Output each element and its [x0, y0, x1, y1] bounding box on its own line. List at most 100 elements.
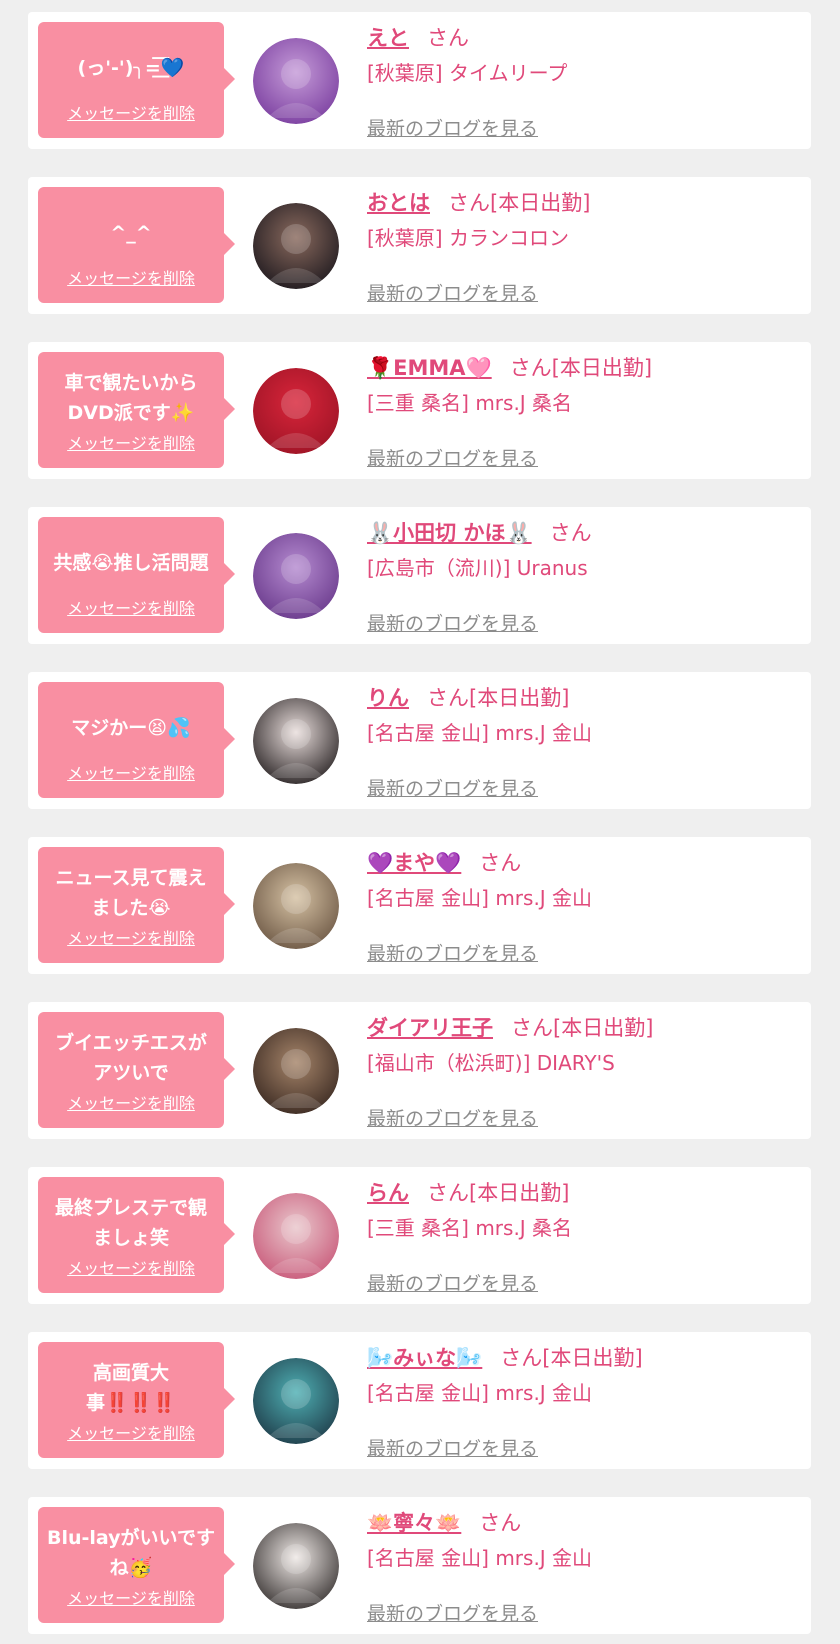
- avatar[interactable]: [253, 863, 339, 949]
- shop-location: [広島市（流川)] Uranus: [367, 556, 588, 580]
- delete-message-link[interactable]: メッセージを削除: [38, 760, 224, 784]
- avatar[interactable]: [253, 368, 339, 454]
- honorific-status: さん: [549, 521, 592, 545]
- name-line: 🐰小田切 かほ🐰 さん: [367, 517, 801, 549]
- message-bubble: (っ'-')╮=͟͟͞͞💙 メッセージを削除: [38, 22, 235, 138]
- name-line: 🌹EMMA🩷 さん[本日出勤]: [367, 352, 801, 384]
- avatar-image: [253, 1193, 339, 1279]
- message-bubble: ^_^ メッセージを削除: [38, 187, 235, 303]
- message-card-4: 共感😭推し活問題 メッセージを削除 🐰小田切 かほ🐰 さん [広島市（流川)] U…: [28, 507, 811, 644]
- message-bubble: 最終プレステで観 ましょ笑 メッセージを削除: [38, 1177, 235, 1293]
- honorific-status: さん[本日出勤]: [500, 1346, 643, 1370]
- honorific-status: さん[本日出勤]: [511, 1016, 654, 1040]
- honorific-status: さん[本日出勤]: [448, 191, 591, 215]
- message-text: ^_^: [110, 222, 152, 244]
- name-line: ダイアリ王子 さん[本日出勤]: [367, 1012, 801, 1044]
- message-card-6: ニュース見て震え ました😭 メッセージを削除 💜まや💜 さん [名古屋 金山] mr…: [28, 837, 811, 974]
- message-bubble: マジかー😫💦 メッセージを削除: [38, 682, 235, 798]
- avatar-image: [253, 1358, 339, 1444]
- profile-name-link[interactable]: おとは: [367, 191, 430, 215]
- profile-name-link[interactable]: 🌬️みぃな🌬️: [367, 1346, 482, 1370]
- profile-info: らん さん[本日出勤] [三重 桑名] mrs.J 桑名 最新のブログを見る: [367, 1177, 801, 1295]
- profile-info: ダイアリ王子 さん[本日出勤] [福山市（松浜町)] DIARY'S 最新のブログ…: [367, 1012, 801, 1130]
- profile-info: 🪷寧々🪷 さん [名古屋 金山] mrs.J 金山 最新のブログを見る: [367, 1507, 801, 1625]
- honorific-status: さん[本日出勤]: [427, 686, 570, 710]
- message-text: マジかー😫💦: [71, 717, 191, 739]
- delete-message-link[interactable]: メッセージを削除: [38, 1090, 224, 1114]
- avatar[interactable]: [253, 698, 339, 784]
- shop-location: [秋葉原] タイムリープ: [367, 61, 568, 85]
- name-line: 🪷寧々🪷 さん: [367, 1507, 801, 1539]
- avatar[interactable]: [253, 1193, 339, 1279]
- message-text: (っ'-')╮=͟͟͞͞💙: [77, 57, 185, 79]
- message-text: ニュース見て震え ました😭: [55, 867, 207, 919]
- delete-message-link[interactable]: メッセージを削除: [38, 265, 224, 289]
- latest-blog-link[interactable]: 最新のブログを見る: [367, 939, 538, 966]
- message-text: 高画質大 事‼️‼️‼️: [86, 1362, 176, 1414]
- avatar[interactable]: [253, 38, 339, 124]
- shop-location: [福山市（松浜町)] DIARY'S: [367, 1051, 615, 1075]
- profile-info: おとは さん[本日出勤] [秋葉原] カランコロン 最新のブログを見る: [367, 187, 801, 305]
- profile-name-link[interactable]: りん: [367, 686, 409, 710]
- latest-blog-link[interactable]: 最新のブログを見る: [367, 774, 538, 801]
- avatar-image: [253, 1028, 339, 1114]
- profile-name-link[interactable]: 🪷寧々🪷: [367, 1511, 461, 1535]
- message-card-9: 高画質大 事‼️‼️‼️ メッセージを削除 🌬️みぃな🌬️ さん[本日出勤] [名古…: [28, 1332, 811, 1469]
- avatar[interactable]: [253, 533, 339, 619]
- latest-blog-link[interactable]: 最新のブログを見る: [367, 1599, 538, 1626]
- latest-blog-link[interactable]: 最新のブログを見る: [367, 279, 538, 306]
- shop-location: [三重 桑名] mrs.J 桑名: [367, 391, 573, 415]
- profile-name-link[interactable]: らん: [367, 1181, 409, 1205]
- profile-name-link[interactable]: えと: [367, 26, 409, 50]
- message-card-1: (っ'-')╮=͟͟͞͞💙 メッセージを削除 えと さん [秋葉原] タイムリープ…: [28, 12, 811, 149]
- message-card-2: ^_^ メッセージを削除 おとは さん[本日出勤] [秋葉原] カランコロン 最新…: [28, 177, 811, 314]
- avatar-image: [253, 698, 339, 784]
- shop-location: [名古屋 金山] mrs.J 金山: [367, 1546, 593, 1570]
- profile-name-link[interactable]: 🐰小田切 かほ🐰: [367, 521, 532, 545]
- message-bubble: 高画質大 事‼️‼️‼️ メッセージを削除: [38, 1342, 235, 1458]
- profile-info: 🌬️みぃな🌬️ さん[本日出勤] [名古屋 金山] mrs.J 金山 最新のブログ…: [367, 1342, 801, 1460]
- honorific-status: さん: [479, 851, 522, 875]
- profile-name-link[interactable]: 🌹EMMA🩷: [367, 356, 492, 380]
- latest-blog-link[interactable]: 最新のブログを見る: [367, 1269, 538, 1296]
- avatar-image: [253, 368, 339, 454]
- message-card-7: ブイエッチエスが アツいで メッセージを削除 ダイアリ王子 さん[本日出勤] [福山…: [28, 1002, 811, 1139]
- avatar[interactable]: [253, 1523, 339, 1609]
- profile-info: 🌹EMMA🩷 さん[本日出勤] [三重 桑名] mrs.J 桑名 最新のブログを見…: [367, 352, 801, 470]
- message-bubble: 共感😭推し活問題 メッセージを削除: [38, 517, 235, 633]
- message-bubble: 車で観たいから DVD派です✨ メッセージを削除: [38, 352, 235, 468]
- latest-blog-link[interactable]: 最新のブログを見る: [367, 444, 538, 471]
- latest-blog-link[interactable]: 最新のブログを見る: [367, 1434, 538, 1461]
- name-line: りん さん[本日出勤]: [367, 682, 801, 714]
- name-line: 🌬️みぃな🌬️ さん[本日出勤]: [367, 1342, 801, 1374]
- shop-location: [名古屋 金山] mrs.J 金山: [367, 886, 593, 910]
- profile-info: 💜まや💜 さん [名古屋 金山] mrs.J 金山 最新のブログを見る: [367, 847, 801, 965]
- name-line: えと さん: [367, 22, 801, 54]
- delete-message-link[interactable]: メッセージを削除: [38, 595, 224, 619]
- delete-message-link[interactable]: メッセージを削除: [38, 1585, 224, 1609]
- profile-name-link[interactable]: ダイアリ王子: [367, 1016, 493, 1040]
- avatar-image: [253, 38, 339, 124]
- honorific-status: さん: [427, 26, 469, 50]
- delete-message-link[interactable]: メッセージを削除: [38, 430, 224, 454]
- profile-info: 🐰小田切 かほ🐰 さん [広島市（流川)] Uranus 最新のブログを見る: [367, 517, 801, 635]
- profile-name-link[interactable]: 💜まや💜: [367, 851, 461, 875]
- message-bubble: ニュース見て震え ました😭 メッセージを削除: [38, 847, 235, 963]
- delete-message-link[interactable]: メッセージを削除: [38, 1255, 224, 1279]
- profile-info: りん さん[本日出勤] [名古屋 金山] mrs.J 金山 最新のブログを見る: [367, 682, 801, 800]
- latest-blog-link[interactable]: 最新のブログを見る: [367, 1104, 538, 1131]
- avatar-image: [253, 533, 339, 619]
- latest-blog-link[interactable]: 最新のブログを見る: [367, 114, 538, 141]
- delete-message-link[interactable]: メッセージを削除: [38, 100, 224, 124]
- avatar[interactable]: [253, 1358, 339, 1444]
- message-text: ブイエッチエスが アツいで: [55, 1032, 207, 1084]
- name-line: 💜まや💜 さん: [367, 847, 801, 879]
- delete-message-link[interactable]: メッセージを削除: [38, 1420, 224, 1444]
- delete-message-link[interactable]: メッセージを削除: [38, 925, 224, 949]
- message-card-8: 最終プレステで観 ましょ笑 メッセージを削除 らん さん[本日出勤] [三重 桑名]…: [28, 1167, 811, 1304]
- message-list: (っ'-')╮=͟͟͞͞💙 メッセージを削除 えと さん [秋葉原] タイムリープ…: [0, 0, 840, 1644]
- shop-location: [名古屋 金山] mrs.J 金山: [367, 1381, 593, 1405]
- avatar[interactable]: [253, 1028, 339, 1114]
- latest-blog-link[interactable]: 最新のブログを見る: [367, 609, 538, 636]
- avatar[interactable]: [253, 203, 339, 289]
